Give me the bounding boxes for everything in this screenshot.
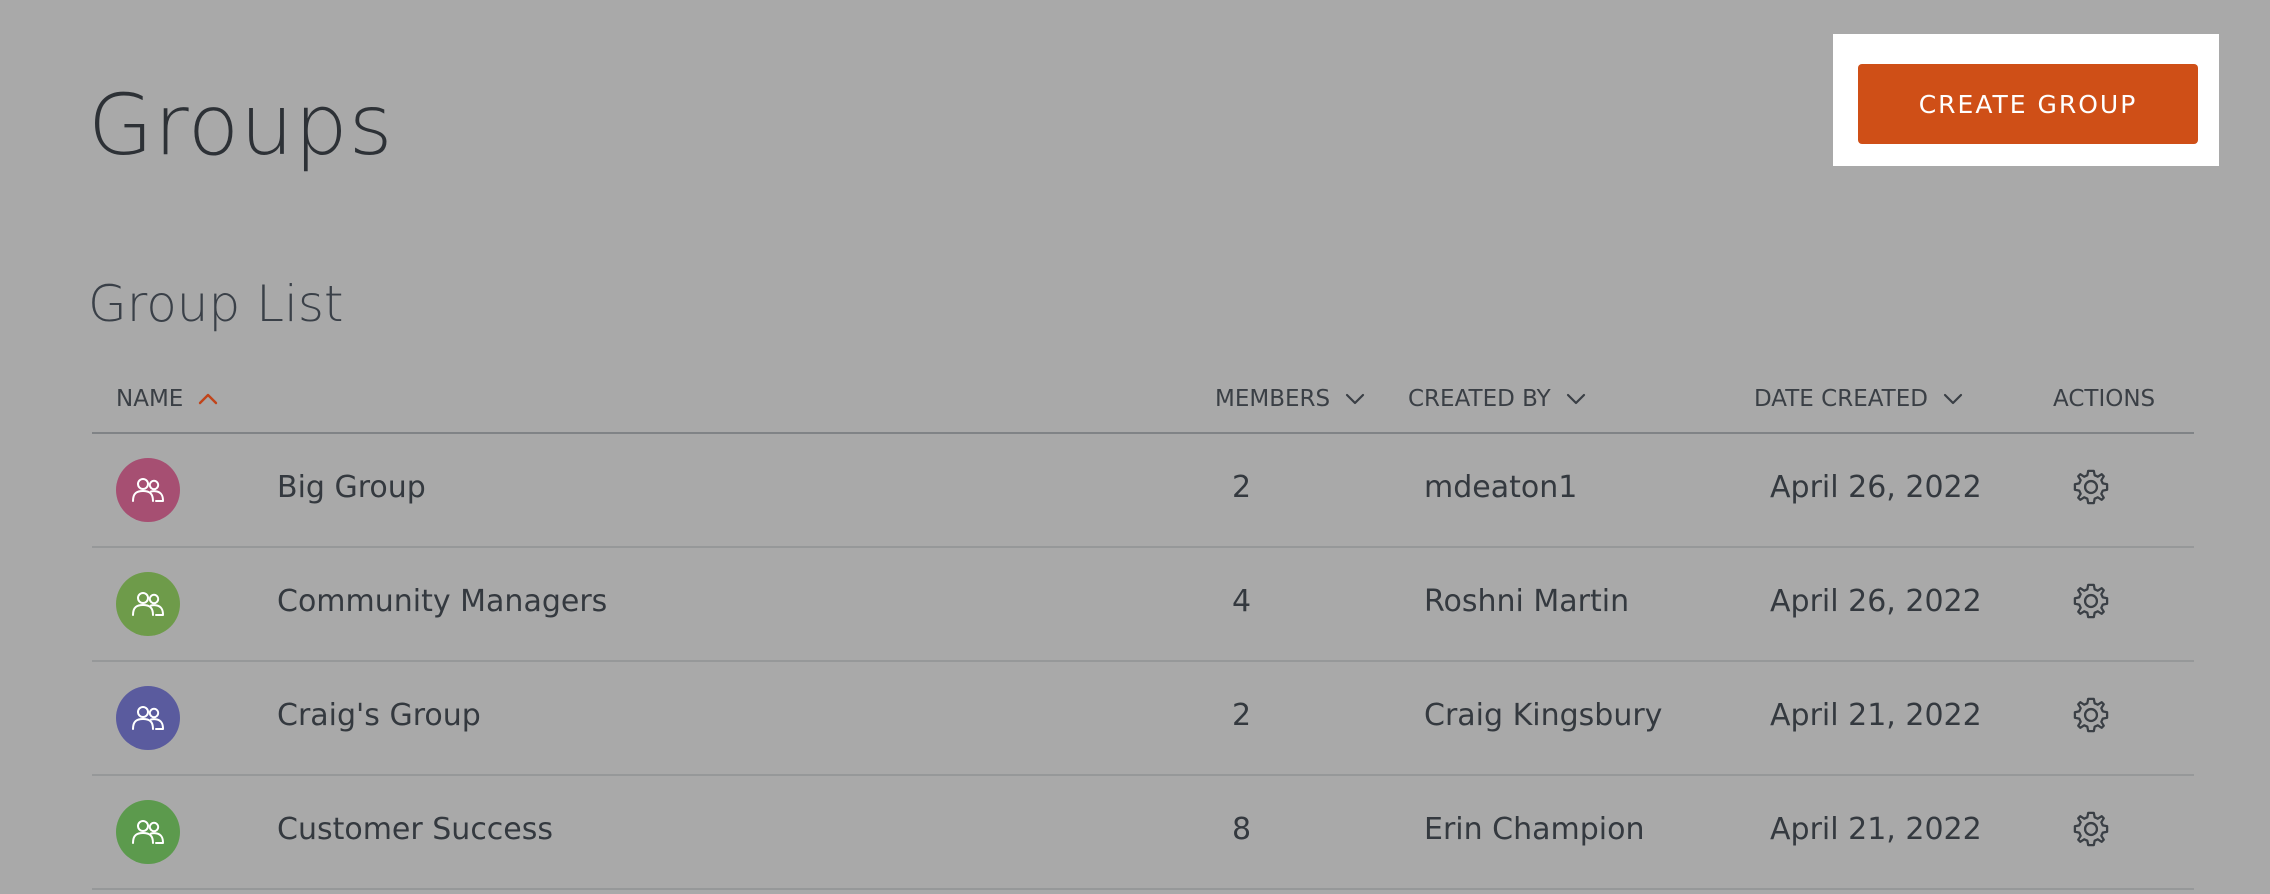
date-created: April 21, 2022 xyxy=(1770,812,1982,847)
column-header-name[interactable]: NAME xyxy=(116,386,219,412)
date-created: April 21, 2022 xyxy=(1770,698,1982,733)
group-avatar xyxy=(116,686,180,750)
group-icon xyxy=(132,820,164,844)
group-avatar xyxy=(116,458,180,522)
table-header: NAME MEMBERS CREATED BY DATE CREATED ACT… xyxy=(92,372,2194,434)
member-count: 8 xyxy=(1232,812,1252,847)
group-icon xyxy=(132,478,164,502)
group-name[interactable]: Big Group xyxy=(277,470,426,505)
table-row[interactable]: Big Group 2 mdeaton1 April 26, 2022 xyxy=(92,434,2194,548)
page-title: Groups xyxy=(88,76,394,174)
chevron-down-icon xyxy=(1943,393,1963,405)
group-avatar xyxy=(116,572,180,636)
table-row[interactable]: Craig's Group 2 Craig Kingsbury April 21… xyxy=(92,662,2194,776)
created-by: Craig Kingsbury xyxy=(1424,698,1663,733)
column-header-members[interactable]: MEMBERS xyxy=(1215,386,1366,412)
gear-icon[interactable] xyxy=(2070,808,2112,850)
date-created: April 26, 2022 xyxy=(1770,470,1982,505)
member-count: 2 xyxy=(1232,698,1252,733)
column-header-name-label: NAME xyxy=(116,386,184,412)
group-icon xyxy=(132,706,164,730)
gear-icon[interactable] xyxy=(2070,694,2112,736)
group-name[interactable]: Community Managers xyxy=(277,584,607,619)
gear-icon[interactable] xyxy=(2070,580,2112,622)
column-header-actions-label: ACTIONS xyxy=(2053,386,2156,412)
group-icon xyxy=(132,592,164,616)
table-row[interactable]: Community Managers 4 Roshni Martin April… xyxy=(92,548,2194,662)
column-header-members-label: MEMBERS xyxy=(1215,386,1331,412)
group-name[interactable]: Customer Success xyxy=(277,812,553,847)
create-group-highlight: CREATE GROUP xyxy=(1833,34,2219,166)
column-header-date-created[interactable]: DATE CREATED xyxy=(1754,386,1964,412)
create-group-button[interactable]: CREATE GROUP xyxy=(1858,64,2198,144)
column-header-actions: ACTIONS xyxy=(2053,386,2155,412)
chevron-down-icon xyxy=(1566,393,1585,405)
sort-ascending-icon xyxy=(199,393,218,405)
created-by: Roshni Martin xyxy=(1424,584,1630,619)
member-count: 4 xyxy=(1232,584,1252,619)
member-count: 2 xyxy=(1232,470,1252,505)
created-by: mdeaton1 xyxy=(1424,470,1578,505)
group-name[interactable]: Craig's Group xyxy=(277,698,481,733)
date-created: April 26, 2022 xyxy=(1770,584,1982,619)
group-list-title: Group List xyxy=(88,275,344,333)
gear-icon[interactable] xyxy=(2070,466,2112,508)
table-body: Big Group 2 mdeaton1 April 26, 2022 Comm… xyxy=(92,434,2194,890)
column-header-date-created-label: DATE CREATED xyxy=(1754,386,1928,412)
chevron-down-icon xyxy=(1346,393,1365,405)
created-by: Erin Champion xyxy=(1424,812,1645,847)
column-header-created-by[interactable]: CREATED BY xyxy=(1408,386,1587,412)
table-row[interactable]: Customer Success 8 Erin Champion April 2… xyxy=(92,776,2194,890)
groups-table: NAME MEMBERS CREATED BY DATE CREATED ACT… xyxy=(92,372,2194,890)
column-header-created-by-label: CREATED BY xyxy=(1408,386,1551,412)
group-avatar xyxy=(116,800,180,864)
